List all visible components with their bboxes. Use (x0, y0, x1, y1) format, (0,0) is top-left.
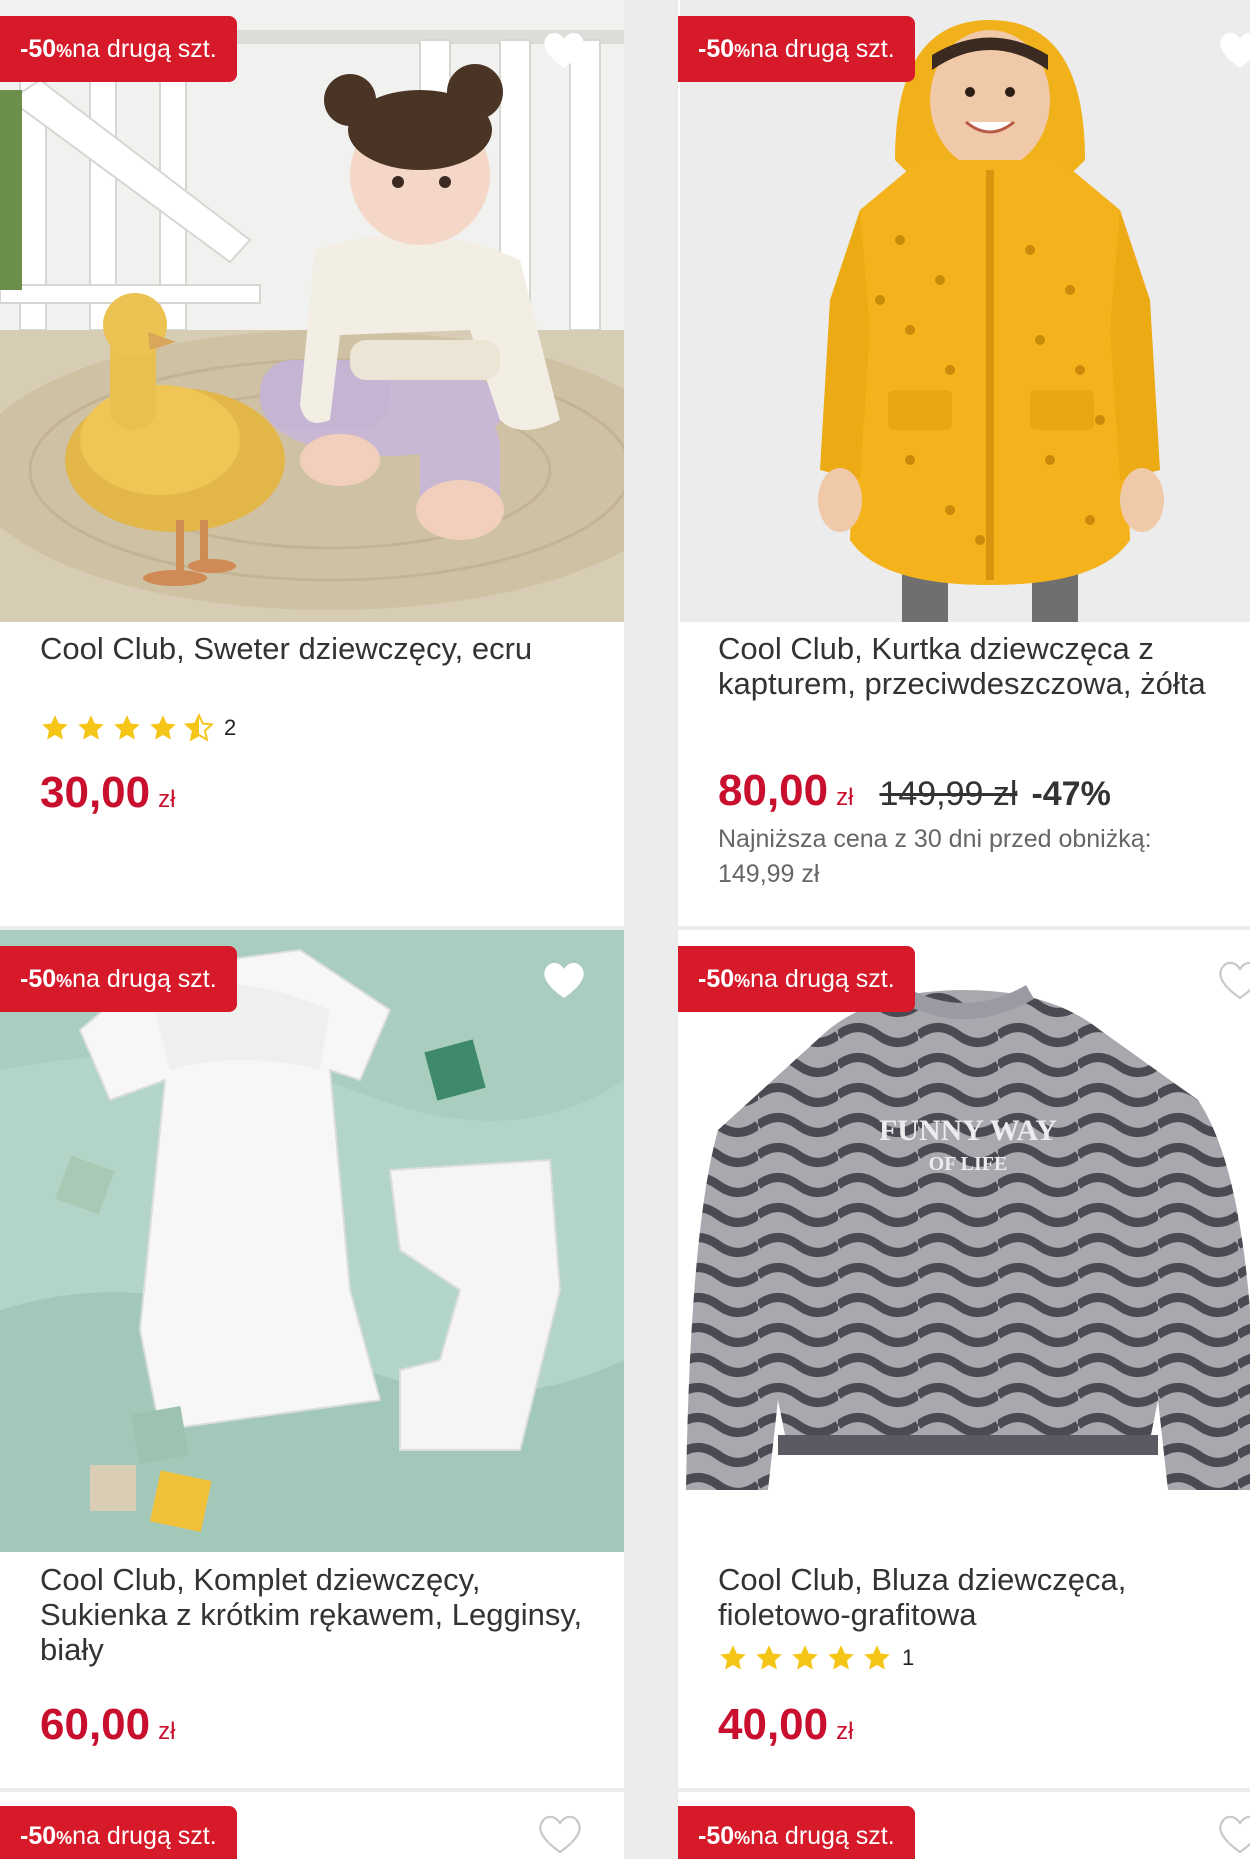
currency: zł (836, 1718, 854, 1745)
promo-percent-sign: % (56, 40, 73, 61)
promo-text: na drugą szt. (750, 34, 895, 63)
product-card[interactable]: -50% na drugą szt. Cool Club, Komplet dz… (0, 930, 624, 1788)
star-full-icon (112, 713, 142, 743)
product-image[interactable] (0, 930, 624, 1552)
currency: zł (836, 784, 854, 811)
promo-percent-sign: % (734, 40, 751, 61)
price: 60,00 (40, 1700, 151, 1749)
promo-percent: -50 (20, 964, 57, 993)
product-rating: 2 (40, 713, 236, 743)
product-image[interactable]: FUNNY WAY OF LIFE (678, 930, 1250, 1552)
discount-percent: -47% (1031, 775, 1111, 813)
promo-percent: -50 (698, 964, 735, 993)
product-card[interactable]: FUNNY WAY OF LIFE -50% na drugą szt. Coo… (678, 930, 1250, 1788)
promo-percent: -50 (698, 34, 735, 63)
promo-badge: -50% na drugą szt. (678, 16, 915, 82)
lowest-price-note: Najniższa cena z 30 dni przed obniżką: 1… (718, 825, 1152, 888)
promo-percent: -50 (20, 34, 57, 63)
star-full-icon (76, 713, 106, 743)
star-full-icon (40, 713, 70, 743)
price-row: 40,00 zł (718, 1700, 853, 1750)
product-title[interactable]: Cool Club, Komplet dziewczęcy, Sukienka … (40, 1562, 594, 1667)
promo-text: na drugą szt. (750, 1821, 895, 1850)
promo-percent-sign: % (56, 1827, 73, 1848)
product-image[interactable] (680, 0, 1250, 622)
promo-percent-sign: % (734, 1827, 751, 1848)
product-title[interactable]: Cool Club, Bluza dziewczęca, fioletowo-g… (718, 1562, 1210, 1632)
price-row: 30,00 zł (40, 768, 175, 818)
promo-badge: -50% na drugą szt. (0, 946, 237, 1012)
promo-percent: -50 (20, 1821, 57, 1850)
currency: zł (158, 1718, 176, 1745)
star-full-icon (790, 1643, 820, 1673)
promo-badge: -50% na drugą szt. (678, 946, 915, 1012)
rating-count: 1 (902, 1645, 915, 1670)
product-title[interactable]: Cool Club, Kurtka dziewczęca z kapturem,… (718, 631, 1210, 701)
star-full-icon (718, 1643, 748, 1673)
promo-badge: -50% na drugą szt. (0, 16, 237, 82)
promo-badge: -50% na drugą szt. (0, 1806, 237, 1859)
promo-percent: -50 (698, 1821, 735, 1850)
promo-percent-sign: % (56, 970, 73, 991)
favorite-heart-icon[interactable] (540, 958, 588, 1002)
price: 80,00 (718, 766, 829, 815)
product-card[interactable]: -50% na drugą szt. Cool Club, Sweter dzi… (0, 0, 624, 926)
old-price: 149,99 zł (879, 775, 1018, 813)
product-image[interactable] (0, 0, 624, 622)
promo-text: na drugą szt. (72, 964, 217, 993)
price: 40,00 (718, 1700, 829, 1749)
price-row: 60,00 zł (40, 1700, 175, 1750)
product-card[interactable]: -50% na drugą szt. (678, 1792, 1250, 1859)
star-full-icon (754, 1643, 784, 1673)
product-title[interactable]: Cool Club, Sweter dziewczęcy, ecru (40, 631, 594, 666)
promo-text: na drugą szt. (72, 34, 217, 63)
print-text-line2: OF LIFE (929, 1153, 1008, 1175)
promo-percent-sign: % (734, 970, 751, 991)
favorite-heart-icon[interactable] (1216, 28, 1250, 72)
star-full-icon (862, 1643, 892, 1673)
star-full-icon (148, 713, 178, 743)
rating-count: 2 (224, 715, 237, 740)
favorite-heart-icon[interactable] (536, 1812, 584, 1856)
print-text-line1: FUNNY WAY (879, 1114, 1057, 1147)
product-rating: 1 (718, 1643, 914, 1673)
price-row: 80,00 zł 149,99 zł -47% (718, 766, 1111, 816)
promo-text: na drugą szt. (72, 1821, 217, 1850)
star-half-icon (184, 713, 214, 743)
favorite-heart-icon[interactable] (540, 28, 588, 72)
price: 30,00 (40, 768, 151, 817)
favorite-heart-icon[interactable] (1216, 958, 1250, 1002)
currency: zł (158, 786, 176, 813)
promo-text: na drugą szt. (750, 964, 895, 993)
star-full-icon (826, 1643, 856, 1673)
favorite-heart-icon[interactable] (1216, 1812, 1250, 1856)
product-card[interactable]: -50% na drugą szt. Cool Club, Kurtka dzi… (678, 0, 1250, 926)
promo-badge: -50% na drugą szt. (678, 1806, 915, 1859)
product-card[interactable]: -50% na drugą szt. (0, 1792, 624, 1859)
